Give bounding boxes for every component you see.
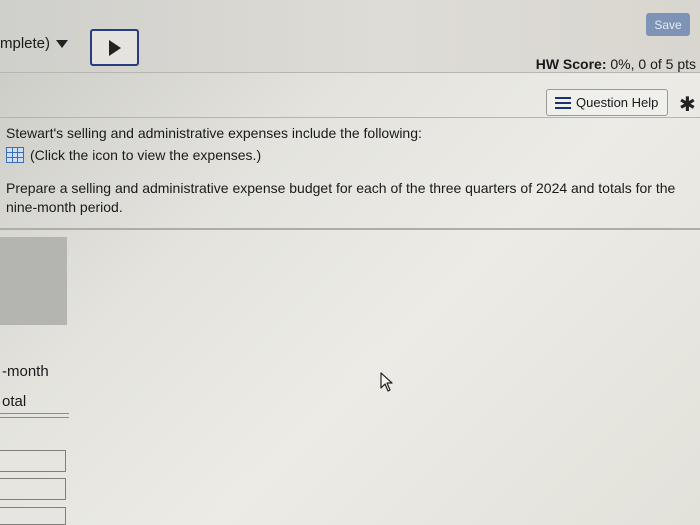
status-dropdown[interactable]: mplete) bbox=[0, 35, 69, 52]
status-dropdown-label: mplete) bbox=[0, 35, 51, 52]
expenses-link-row[interactable]: (Click the icon to view the expenses.) bbox=[6, 147, 691, 163]
hw-score-value: 0%, 0 of 5 pts bbox=[610, 56, 696, 72]
column-label-underline bbox=[0, 413, 69, 418]
budget-input-cell[interactable] bbox=[0, 507, 66, 525]
table-grid-icon[interactable] bbox=[6, 147, 24, 163]
question-help-button[interactable]: Question Help bbox=[546, 89, 668, 116]
next-question-button[interactable] bbox=[90, 29, 139, 66]
list-icon bbox=[555, 96, 571, 109]
question-content: Stewart's selling and administrative exp… bbox=[6, 125, 691, 217]
caret-down-icon bbox=[56, 39, 69, 48]
save-button[interactable]: Save bbox=[646, 13, 690, 36]
expenses-link-text[interactable]: (Click the icon to view the expenses.) bbox=[30, 147, 261, 163]
play-icon bbox=[108, 39, 121, 56]
mouse-pointer-icon bbox=[380, 372, 393, 392]
question-prompt: Prepare a selling and administrative exp… bbox=[6, 180, 676, 215]
top-bar: Save mplete) HW Score: 0%, 0 of 5 pts bbox=[0, 0, 700, 73]
column-label-nine-month: -month bbox=[2, 363, 49, 380]
gear-icon[interactable]: ✱ bbox=[679, 95, 696, 115]
column-label-total: otal bbox=[2, 393, 27, 410]
hw-score-label: HW Score: bbox=[535, 56, 607, 72]
table-header-cell bbox=[0, 237, 67, 325]
question-intro: Stewart's selling and administrative exp… bbox=[6, 125, 422, 141]
question-toolbar: Question Help bbox=[0, 73, 700, 118]
budget-input-cell[interactable] bbox=[0, 450, 66, 472]
budget-input-cell[interactable] bbox=[0, 478, 66, 500]
section-divider bbox=[0, 228, 700, 230]
question-help-label: Question Help bbox=[576, 95, 659, 110]
hw-score: HW Score: 0%, 0 of 5 pts bbox=[536, 56, 696, 72]
